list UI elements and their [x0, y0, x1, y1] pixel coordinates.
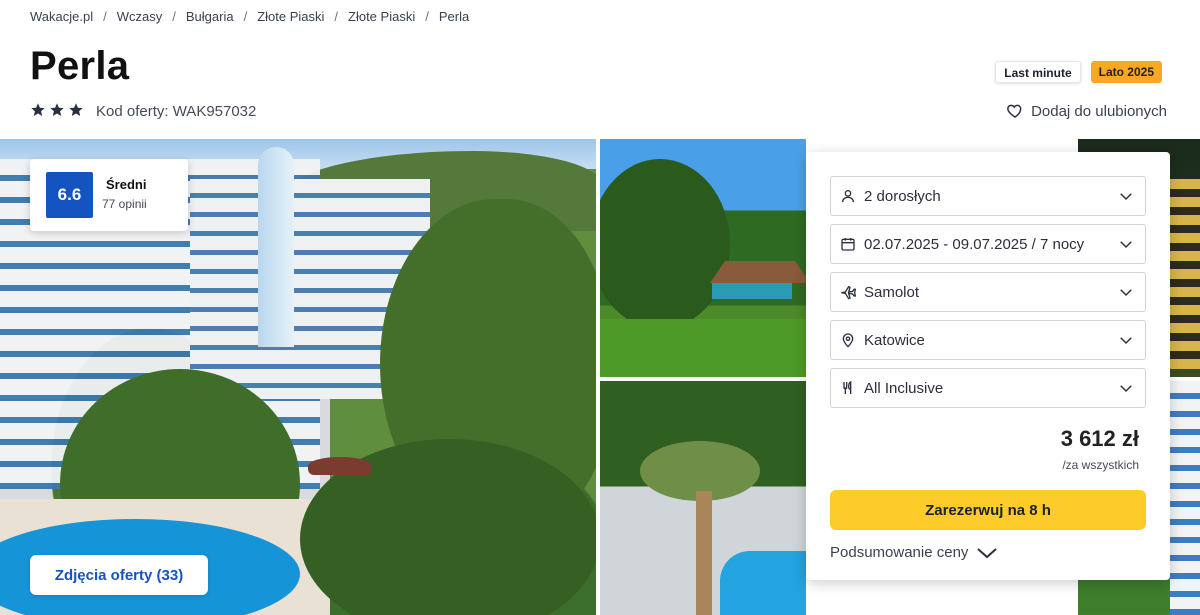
- star-rating: [30, 102, 84, 118]
- offer-code: Kod oferty: WAK957032: [96, 103, 257, 120]
- calendar-icon: [841, 238, 855, 251]
- price-note: /za wszystkich: [1062, 458, 1139, 472]
- rating-count[interactable]: 77 opinii: [102, 197, 147, 211]
- photo-canopy: [712, 283, 792, 299]
- price-summary-toggle[interactable]: Podsumowanie ceny: [830, 544, 998, 561]
- add-to-favorites-button[interactable]: Dodaj do ulubionych: [1006, 102, 1167, 120]
- rating-card[interactable]: 6.6 Średni 77 opinii: [30, 159, 188, 231]
- season-badge: Lato 2025: [1090, 61, 1162, 83]
- gallery-photo-pool[interactable]: [600, 381, 806, 615]
- travelers-select[interactable]: 2 dorosłych: [830, 176, 1146, 216]
- photo-hotel-building: [1168, 179, 1200, 369]
- star-icon: [50, 103, 64, 116]
- breadcrumb-item-region[interactable]: Złote Piaski: [257, 9, 324, 24]
- dates-select[interactable]: 02.07.2025 - 09.07.2025 / 7 nocy: [830, 224, 1146, 264]
- breadcrumb: Wakacje.pl / Wczasy / Bułgaria / Złote P…: [30, 9, 469, 24]
- chevron-down-icon: [1120, 337, 1132, 345]
- departure-select[interactable]: Katowice: [830, 320, 1146, 360]
- add-to-favorites-label: Dodaj do ulubionych: [1031, 102, 1167, 120]
- breadcrumb-separator: /: [334, 9, 339, 24]
- plane-icon: [841, 285, 856, 300]
- photo-hotel-tower: [258, 147, 294, 347]
- location-pin-icon: [842, 333, 854, 348]
- board-value: All Inclusive: [864, 379, 944, 397]
- departure-value: Katowice: [864, 331, 925, 349]
- dates-value: 02.07.2025 - 09.07.2025 / 7 nocy: [864, 235, 1085, 253]
- gallery-photo-garden[interactable]: [600, 139, 806, 377]
- reserve-button[interactable]: Zarezerwuj na 8 h: [830, 490, 1146, 530]
- photo-hotel-building: [1170, 381, 1200, 615]
- total-price: 3 612 zł: [1060, 426, 1139, 451]
- breadcrumb-separator: /: [425, 9, 429, 24]
- chevron-down-icon: [1120, 385, 1132, 393]
- cutlery-icon: [843, 380, 852, 394]
- breadcrumb-separator: /: [172, 9, 176, 24]
- star-icon: [69, 103, 83, 116]
- breadcrumb-item-home[interactable]: Wakacje.pl: [30, 9, 93, 24]
- photo-roof: [710, 261, 806, 283]
- price-summary-label: Podsumowanie ceny: [830, 544, 969, 561]
- photo-pool: [720, 551, 806, 615]
- breadcrumb-separator: /: [243, 9, 248, 24]
- breadcrumb-item-wczasy[interactable]: Wczasy: [117, 9, 163, 24]
- travelers-value: 2 dorosłych: [864, 187, 941, 205]
- offer-photos-button[interactable]: Zdjęcia oferty (33): [30, 555, 208, 595]
- rating-label: Średni: [106, 177, 147, 192]
- last-minute-badge: Last minute: [995, 61, 1081, 83]
- breadcrumb-item-city[interactable]: Złote Piaski: [348, 9, 415, 24]
- transport-select[interactable]: Samolot: [830, 272, 1146, 312]
- booking-panel: 2 dorosłych 02.07.2025 - 09.07.2025 / 7 …: [806, 152, 1170, 580]
- photo-lawn: [600, 319, 806, 377]
- rating-score-badge: 6.6: [46, 172, 93, 218]
- transport-value: Samolot: [864, 283, 920, 301]
- chevron-down-icon: [1120, 193, 1132, 201]
- breadcrumb-item-current: Perla: [438, 9, 470, 24]
- offer-tags: Last minute Lato 2025: [995, 61, 1162, 83]
- chevron-down-icon: [977, 547, 998, 558]
- photo-palm-trunk: [696, 491, 712, 615]
- star-icon: [31, 103, 45, 116]
- chevron-down-icon: [1120, 241, 1132, 249]
- person-icon: [842, 190, 854, 203]
- breadcrumb-item-country[interactable]: Bułgaria: [186, 9, 234, 24]
- photo-tree: [600, 159, 730, 329]
- heart-icon: [1007, 104, 1022, 118]
- page-title: Perla: [30, 44, 130, 88]
- board-select[interactable]: All Inclusive: [830, 368, 1146, 408]
- breadcrumb-separator: /: [103, 9, 107, 24]
- chevron-down-icon: [1120, 289, 1132, 297]
- photo-umbrella: [308, 457, 372, 475]
